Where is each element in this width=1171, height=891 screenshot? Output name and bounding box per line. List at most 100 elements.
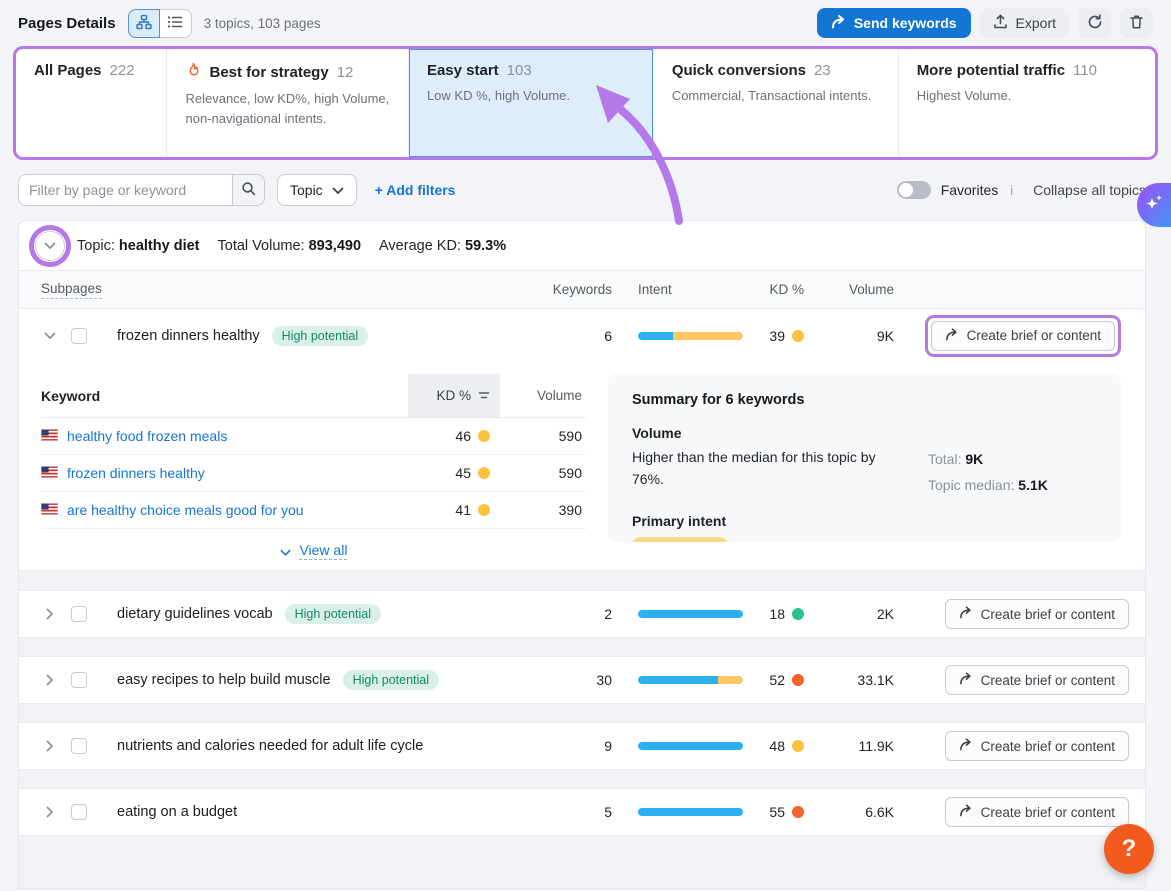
kd-value: 55 bbox=[769, 804, 804, 820]
kd-dot bbox=[478, 467, 490, 479]
view-all-link[interactable]: View all bbox=[299, 542, 347, 560]
tab-more-potential-traffic[interactable]: More potential traffic 110 Highest Volum… bbox=[899, 49, 1155, 157]
row-checkbox[interactable] bbox=[71, 804, 87, 820]
export-button[interactable]: Export bbox=[980, 8, 1069, 38]
summary-title: Summary for 6 keywords bbox=[632, 392, 1097, 408]
tab-quick-conversions[interactable]: Quick conversions 23 Commercial, Transac… bbox=[654, 49, 899, 157]
kd-dot bbox=[478, 430, 490, 442]
tab-best-for-strategy[interactable]: Best for strategy 12 Relevance, low KD%,… bbox=[167, 49, 408, 157]
summary-panel: Summary for 6 keywords Volume Higher tha… bbox=[608, 374, 1121, 542]
kd-dot bbox=[792, 330, 804, 342]
keyword-link[interactable]: frozen dinners healthy bbox=[67, 465, 205, 481]
chevron-down-icon[interactable] bbox=[44, 332, 56, 340]
us-flag-icon bbox=[41, 502, 58, 518]
row-gap bbox=[19, 637, 1145, 657]
us-flag-icon bbox=[41, 428, 58, 444]
collapse-topic-button[interactable] bbox=[35, 231, 65, 261]
search-button[interactable] bbox=[232, 174, 265, 206]
summary-median: Topic median: 5.1K bbox=[928, 473, 1048, 499]
table-row[interactable]: eating on a budget 5 55 6.6K Create brie… bbox=[19, 789, 1145, 835]
favorites-toggle[interactable] bbox=[897, 181, 931, 199]
create-brief-button[interactable]: Create brief or content bbox=[945, 731, 1129, 761]
row-checkbox[interactable] bbox=[71, 606, 87, 622]
create-brief-button[interactable]: Create brief or content bbox=[931, 321, 1115, 351]
column-intent: Intent bbox=[632, 282, 672, 297]
high-potential-badge: High potential bbox=[285, 604, 381, 624]
tab-bar: All Pages 222 Best for strategy 12 Relev… bbox=[16, 49, 1155, 157]
keywords-count: 6 bbox=[604, 328, 612, 344]
row-checkbox[interactable] bbox=[71, 328, 87, 344]
table-row[interactable]: dietary guidelines vocabHigh potential 2… bbox=[19, 591, 1145, 637]
trash-icon bbox=[1129, 14, 1144, 33]
table-row[interactable]: frozen dinners healthyHigh potential 6 3… bbox=[19, 309, 1145, 362]
topic-dropdown[interactable]: Topic bbox=[277, 174, 357, 206]
column-kd-sorted[interactable]: KD % bbox=[408, 374, 500, 417]
volume-value: 590 bbox=[500, 465, 586, 481]
kd-value: 48 bbox=[769, 738, 804, 754]
list-icon bbox=[167, 14, 183, 33]
column-subpages[interactable]: Subpages bbox=[41, 281, 102, 299]
sort-descending-icon bbox=[478, 388, 490, 403]
intent-bar bbox=[638, 610, 743, 618]
column-volume: Volume bbox=[500, 374, 586, 417]
keywords-count: 30 bbox=[596, 672, 612, 688]
table-row[interactable]: easy recipes to help build muscleHigh po… bbox=[19, 657, 1145, 703]
kd-value: 45 bbox=[408, 465, 500, 481]
intent-bar bbox=[638, 808, 743, 816]
chevron-right-icon[interactable] bbox=[46, 740, 54, 752]
volume-value: 33.1K bbox=[857, 672, 894, 688]
chevron-right-icon[interactable] bbox=[46, 674, 54, 686]
send-arrow-icon bbox=[959, 804, 973, 820]
send-arrow-icon bbox=[959, 672, 973, 688]
refresh-button[interactable] bbox=[1078, 8, 1111, 38]
intent-pill bbox=[632, 537, 728, 542]
toggle-knob bbox=[899, 183, 913, 197]
kd-value: 39 bbox=[769, 328, 804, 344]
tree-view-button[interactable] bbox=[128, 9, 160, 38]
page-title: Pages Details bbox=[18, 15, 116, 32]
topic-name: Topic: healthy diet bbox=[77, 238, 200, 254]
kd-value: 41 bbox=[408, 502, 500, 518]
sparkles-icon bbox=[1143, 192, 1165, 219]
keyword-link[interactable]: are healthy choice meals good for you bbox=[67, 502, 304, 518]
keywords-count: 5 bbox=[604, 804, 612, 820]
column-keywords: Keywords bbox=[553, 282, 612, 297]
topic-header: Topic: healthy diet Total Volume: 893,49… bbox=[19, 221, 1145, 271]
tab-all-pages[interactable]: All Pages 222 bbox=[16, 49, 167, 157]
search-filter bbox=[18, 174, 265, 206]
kd-dot bbox=[792, 806, 804, 818]
info-icon[interactable]: i bbox=[1008, 183, 1015, 198]
keyword-link[interactable]: healthy food frozen meals bbox=[67, 428, 227, 444]
list-view-button[interactable] bbox=[160, 9, 192, 38]
intent-bar bbox=[638, 676, 743, 684]
search-input[interactable] bbox=[18, 174, 232, 206]
view-all-row: View all bbox=[41, 542, 586, 558]
create-brief-button[interactable]: Create brief or content bbox=[945, 599, 1129, 629]
kd-value: 46 bbox=[408, 428, 500, 444]
us-flag-icon bbox=[41, 465, 58, 481]
send-keywords-button[interactable]: Send keywords bbox=[817, 8, 971, 38]
chevron-down-icon bbox=[44, 238, 56, 253]
create-brief-button[interactable]: Create brief or content bbox=[945, 797, 1129, 827]
delete-button[interactable] bbox=[1120, 8, 1153, 38]
create-brief-button[interactable]: Create brief or content bbox=[945, 665, 1129, 695]
chevron-right-icon[interactable] bbox=[46, 806, 54, 818]
intent-bar bbox=[638, 332, 743, 340]
tab-easy-start[interactable]: Easy start 103 Low KD %, high Volume. bbox=[409, 49, 654, 157]
row-checkbox[interactable] bbox=[71, 738, 87, 754]
add-filters-link[interactable]: + Add filters bbox=[375, 182, 456, 198]
send-arrow-icon bbox=[959, 738, 973, 754]
kd-value: 18 bbox=[769, 606, 804, 622]
annotation-button-box: Create brief or content bbox=[925, 315, 1121, 357]
chevron-right-icon[interactable] bbox=[46, 608, 54, 620]
filter-bar: Topic + Add filters Favorites i Collapse… bbox=[18, 173, 1146, 207]
help-button[interactable]: ? bbox=[1104, 824, 1154, 874]
collapse-all-topics-link[interactable]: Collapse all topics bbox=[1033, 182, 1146, 198]
table-row[interactable]: nutrients and calories needed for adult … bbox=[19, 723, 1145, 769]
export-icon bbox=[993, 14, 1008, 32]
column-volume: Volume bbox=[849, 282, 894, 297]
topic-card: Topic: healthy diet Total Volume: 893,49… bbox=[18, 220, 1146, 889]
row-checkbox[interactable] bbox=[71, 672, 87, 688]
send-arrow-icon bbox=[959, 606, 973, 622]
keyword-table-header: Keyword KD % Volume bbox=[41, 374, 586, 418]
